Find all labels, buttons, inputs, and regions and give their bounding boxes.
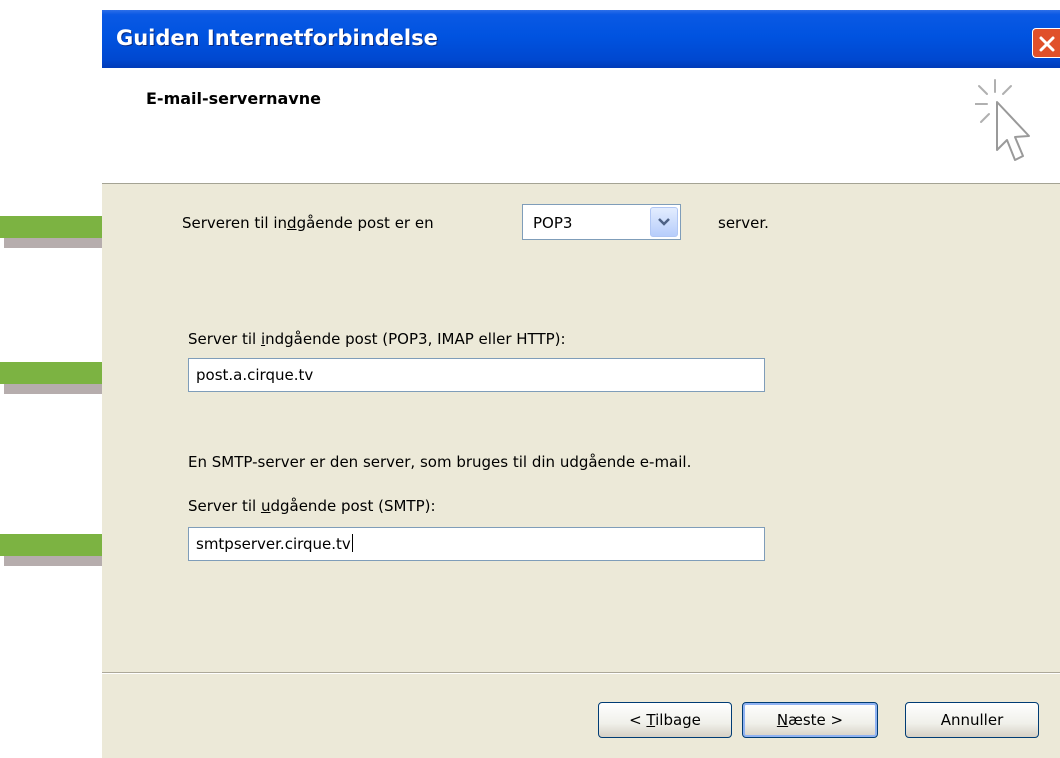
page-heading: E-mail-servernavne: [146, 89, 321, 108]
window-title: Guiden Internetforbindelse: [116, 26, 438, 50]
dropdown-button[interactable]: [650, 207, 678, 237]
close-button[interactable]: [1032, 28, 1060, 58]
chevron-down-icon: [658, 218, 670, 226]
title-bar[interactable]: Guiden Internetforbindelse: [102, 10, 1060, 68]
wizard-window: Guiden Internetforbindelse E-mail-server…: [102, 0, 1060, 758]
connection-wizard-icon: [975, 79, 1030, 161]
incoming-server-input[interactable]: post.a.cirque.tv: [188, 358, 765, 392]
wizard-header: E-mail-servernavne: [102, 68, 1060, 184]
incoming-type-select[interactable]: POP3: [522, 204, 681, 240]
smtp-note: En SMTP-server er den server, som bruges…: [188, 453, 692, 471]
wizard-body: [102, 184, 1060, 672]
close-icon: [1039, 36, 1055, 52]
text-caret: [351, 534, 353, 552]
incoming-server-label: Server til indgående post (POP3, IMAP el…: [188, 330, 566, 348]
next-button[interactable]: Næste >: [742, 702, 878, 738]
outgoing-server-label: Server til udgående post (SMTP):: [188, 497, 436, 515]
outgoing-server-input[interactable]: smtpserver.cirque.tv: [188, 527, 765, 561]
cancel-button[interactable]: Annuller: [905, 702, 1039, 738]
back-button[interactable]: < Tilbage: [598, 702, 732, 738]
incoming-type-value: POP3: [533, 214, 573, 232]
incoming-type-label: Serveren til indgående post er en: [182, 214, 434, 232]
incoming-type-suffix: server.: [718, 214, 769, 232]
